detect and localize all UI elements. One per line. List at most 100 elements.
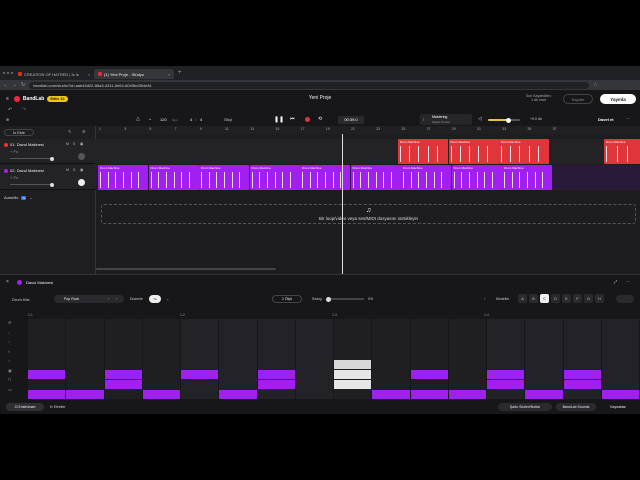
model-button-d[interactable]: D	[551, 294, 560, 303]
drum-step[interactable]	[104, 380, 142, 389]
filter-icon[interactable]: ⚙	[82, 129, 86, 134]
drum-step[interactable]	[334, 380, 372, 389]
close-icon[interactable]: ×	[6, 279, 9, 285]
automix-row[interactable]: AutoMix AI ⌄	[4, 195, 33, 200]
track-pan-knob[interactable]	[78, 153, 85, 160]
drum-step[interactable]	[410, 390, 448, 399]
drum-clip[interactable]: Drum Machine	[249, 165, 300, 190]
plan-badge[interactable]: Edin 12	[47, 96, 68, 102]
swing-knob[interactable]	[326, 296, 331, 302]
track-row[interactable]: 02. Davul Makinesi + Fx M S ▣	[0, 165, 96, 190]
track-lane-2[interactable]: Drum Machine Drum Machine Drum Machine Drum…	[96, 165, 640, 190]
solo-button[interactable]: S	[73, 168, 75, 172]
drum-step[interactable]	[219, 390, 257, 399]
kit-selector[interactable]: Pop Rock ‹ ›	[54, 295, 124, 303]
drum-step[interactable]	[257, 370, 295, 379]
model-button-e[interactable]: E	[562, 294, 571, 303]
drum-step[interactable]	[181, 370, 219, 379]
drum-step[interactable]	[410, 370, 448, 379]
bar-count-selector[interactable]: 1 Ölçü	[272, 295, 302, 303]
mute-button[interactable]: M	[66, 142, 69, 146]
track-row[interactable]: 01. Davul Makinesi + Fx M S ▣	[0, 139, 96, 164]
time-signature-top[interactable]: 4	[190, 117, 192, 122]
more-models-button[interactable]: ···	[616, 295, 634, 303]
skip-back-icon[interactable]: ⏮	[290, 116, 295, 122]
drum-clip[interactable]: Drum Machine	[451, 165, 502, 190]
drum-clip[interactable]: Drum Machine	[499, 139, 549, 164]
drum-step[interactable]	[372, 390, 410, 399]
expand-icon[interactable]: ⤢	[614, 279, 617, 284]
reload-icon[interactable]: ↻	[21, 82, 25, 88]
drum-step[interactable]	[66, 390, 104, 399]
model-button-h[interactable]: H	[595, 294, 604, 303]
track-name[interactable]: 01. Davul Makinesi	[10, 142, 44, 147]
back-icon[interactable]: ←	[3, 82, 8, 88]
publish-button[interactable]: Yayınla	[600, 94, 636, 104]
track-volume-knob[interactable]	[50, 156, 54, 161]
instrument-tab[interactable]: ⊡ Enstrüman	[6, 403, 44, 411]
resources-button[interactable]: Kaynaklar	[600, 403, 636, 411]
forward-icon[interactable]: →	[12, 82, 17, 88]
track-settings-icon[interactable]: ▣	[80, 168, 83, 172]
drum-step[interactable]	[487, 380, 525, 389]
drum-step[interactable]	[28, 370, 66, 379]
more-icon[interactable]: ⋯	[626, 116, 630, 121]
url-field[interactable]: bandlab.com/studio?id=aab45d22-86a3-4311…	[29, 81, 590, 89]
drum-step[interactable]	[334, 370, 372, 379]
track-fx-button[interactable]: + Fx	[10, 175, 18, 180]
metronome-icon[interactable]: △	[136, 116, 140, 122]
drum-step[interactable]	[601, 390, 639, 399]
track-volume-knob[interactable]	[50, 182, 54, 187]
drum-step[interactable]	[563, 380, 601, 389]
pencil-icon[interactable]: ✎	[68, 129, 71, 134]
star-icon[interactable]: ☆	[593, 82, 597, 88]
drum-clip[interactable]: Drum Machine	[350, 165, 401, 190]
lyrics-button[interactable]: Şarkı Sözleri/Notlar	[498, 403, 552, 411]
key-selector[interactable]: Ökçi	[224, 117, 232, 122]
track-name[interactable]: 02. Davul Makinesi	[10, 168, 44, 173]
undo-icon[interactable]: ↶	[8, 107, 12, 113]
redo-icon[interactable]: ↷	[22, 107, 26, 113]
drum-clip[interactable]: Drum Machine	[148, 165, 199, 190]
track-pan-knob[interactable]	[78, 179, 85, 186]
drum-step[interactable]	[487, 370, 525, 379]
drum-clip[interactable]: Drum Machine	[199, 165, 249, 190]
chevron-left-icon[interactable]: ‹	[108, 296, 109, 301]
chevron-left-icon[interactable]: ‹	[484, 296, 485, 301]
close-tab-icon[interactable]: ×	[168, 72, 170, 77]
drum-step[interactable]	[448, 390, 486, 399]
drum-step[interactable]	[257, 380, 295, 389]
record-icon[interactable]	[305, 117, 310, 122]
drum-step[interactable]	[104, 370, 142, 379]
effects-tab[interactable]: fx Efektler	[50, 405, 66, 409]
loop-icon[interactable]: ⟲	[318, 116, 322, 122]
model-button-c[interactable]: C	[540, 294, 549, 303]
new-tab-button[interactable]: +	[174, 70, 182, 76]
mute-button[interactable]: M	[66, 168, 69, 172]
chevron-down-icon[interactable]: ⌄	[29, 195, 32, 200]
browser-tab-active[interactable]: (1) Yeni Proje - Stüdyo ×	[94, 69, 174, 79]
time-signature-bottom[interactable]: 4	[200, 117, 202, 122]
more-icon[interactable]: ⋯	[626, 279, 630, 284]
drum-clip[interactable]: Drum Machine	[398, 139, 448, 164]
add-track-tool-icon[interactable]: ⊕	[6, 117, 9, 122]
swing-slider[interactable]	[326, 296, 364, 302]
model-button-f[interactable]: F	[573, 294, 582, 303]
chevron-down-icon[interactable]: ⌄	[148, 116, 152, 122]
mastering-selector[interactable]: ⫶ Mastering Select Preset	[420, 114, 472, 125]
horizontal-scrollbar[interactable]	[96, 268, 276, 270]
step-grid[interactable]	[28, 319, 640, 399]
browser-tab[interactable]: CREATION OF HATRED | İs İs ×	[14, 69, 94, 79]
timeline-ruler[interactable]: 1 3 5 7 9 11 13 15 17 19 21 23 25 27 29 31 33 35 37	[96, 126, 640, 134]
sounds-button[interactable]: BandLab Sounds	[556, 403, 596, 411]
drop-zone[interactable]: ♫ Bir loop/video veya ses/MIDI dosyasını…	[101, 204, 636, 224]
drum-clip[interactable]: Drum Machine	[502, 165, 552, 190]
drum-step[interactable]	[525, 390, 563, 399]
model-button-b[interactable]: B	[529, 294, 538, 303]
drum-step[interactable]	[28, 390, 66, 399]
track-lane-1[interactable]: Drum Machine Drum Machine Drum Machine Drum…	[96, 139, 640, 164]
drum-clip[interactable]: Drum Machine	[448, 139, 499, 164]
track-settings-icon[interactable]: ▣	[80, 142, 83, 146]
timeline[interactable]: 1 3 5 7 9 11 13 15 17 19 21 23 25 27 29 31 33 35 37 Drum M…	[96, 126, 640, 274]
master-volume-slider[interactable]	[488, 117, 520, 123]
